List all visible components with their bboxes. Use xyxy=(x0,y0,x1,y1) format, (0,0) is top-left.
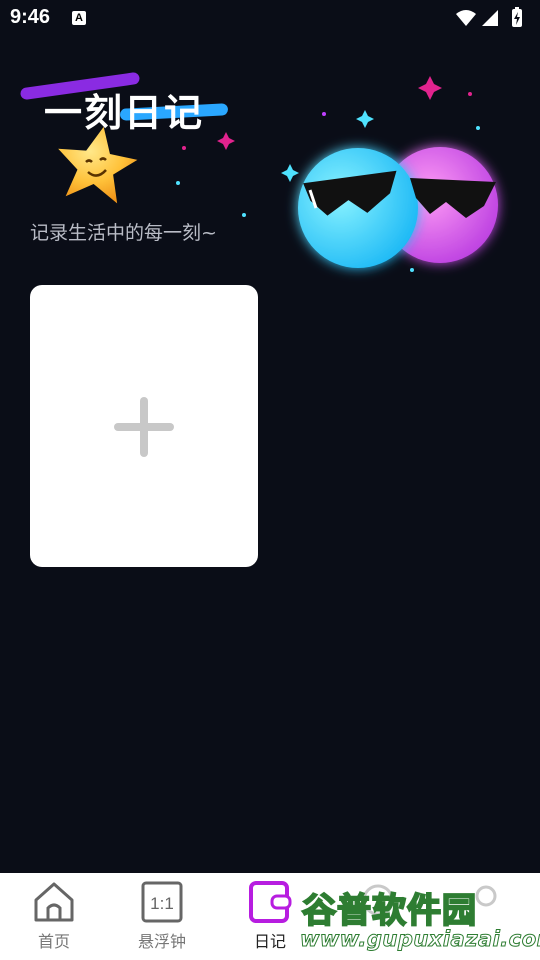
subtitle: 记录生活中的每一刻~ xyxy=(30,222,217,244)
sparkle-icon xyxy=(418,76,442,100)
add-diary-card[interactable] xyxy=(30,285,258,567)
svg-text:1:1: 1:1 xyxy=(150,894,174,913)
dot-icon xyxy=(176,181,180,185)
wifi-icon xyxy=(456,10,476,26)
nav-label-home: 首页 xyxy=(37,932,70,951)
plus-icon xyxy=(114,397,174,457)
dot-icon xyxy=(468,92,472,96)
watermark: 谷普软件园 www.gupuxiazai.com xyxy=(296,873,540,960)
diary-icon xyxy=(249,881,292,923)
header: 一刻日记 记录生活中的每一刻~ xyxy=(0,50,540,290)
watermark-title: 谷普软件园 xyxy=(301,890,477,932)
status-bar: 9:46 A xyxy=(0,0,540,36)
nav-label-floating-clock: 悬浮钟 xyxy=(137,932,186,951)
status-icons xyxy=(456,7,522,27)
nav-item-home[interactable]: 首页 xyxy=(0,873,108,960)
star-mascot-icon xyxy=(58,126,138,204)
signal-icon xyxy=(482,10,498,26)
watermark-url: www.gupuxiazai.com xyxy=(299,927,540,952)
status-time: 9:46 xyxy=(10,6,51,28)
nav-item-floating-clock[interactable]: 1:1 悬浮钟 xyxy=(108,873,216,960)
home-icon xyxy=(34,882,74,922)
dot-icon xyxy=(182,146,186,150)
battery-charging-icon xyxy=(512,7,522,27)
sparkle-icon xyxy=(217,132,235,150)
sunglasses-balls-icon xyxy=(298,147,498,268)
notification-icon: A xyxy=(72,11,86,25)
ratio-1-1-icon: 1:1 xyxy=(141,881,183,923)
dot-icon xyxy=(242,213,246,217)
